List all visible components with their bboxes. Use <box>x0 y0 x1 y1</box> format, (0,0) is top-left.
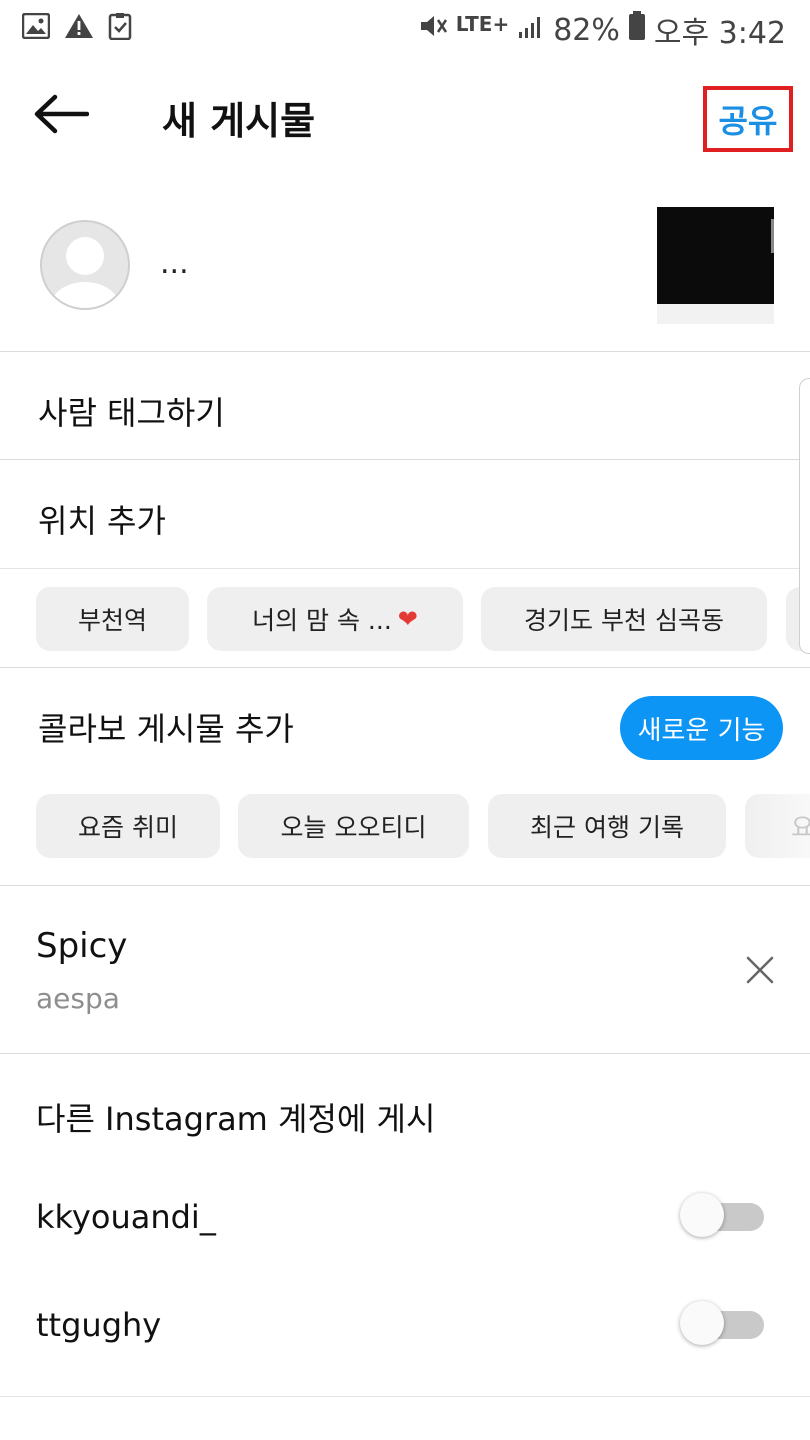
share-button[interactable]: 공유 <box>703 86 793 152</box>
network-label: LTE+ <box>455 12 510 36</box>
collab-label[interactable]: 콜라보 게시물 추가 <box>38 704 294 750</box>
topic-chip-label: 최근 여행 기록 <box>530 813 684 842</box>
page-title: 새 게시물 <box>162 99 316 143</box>
location-chip-label: 부천역 <box>77 606 147 635</box>
account-name: ttgughy <box>36 1306 162 1344</box>
tag-people-label: 사람 태그하기 <box>38 394 225 432</box>
mute-icon <box>418 12 448 48</box>
heart-icon: ❤ <box>397 605 418 633</box>
close-icon <box>742 956 778 992</box>
location-suggestions: 부천역 너의 맘 속 ... ❤ 경기도 부천 심곡동 <box>0 568 810 668</box>
avatar <box>40 220 130 310</box>
collab-section: 콜라보 게시물 추가 새로운 기능 요즘 취미 오늘 오오티디 최근 여행 기록… <box>0 668 810 886</box>
warning-icon <box>64 13 94 43</box>
music-artist: aespa <box>36 982 120 1015</box>
status-bar-left <box>21 12 132 44</box>
location-chip-label: 너의 맘 속 ... <box>252 606 392 635</box>
status-bar-right: LTE+ 82% 오후 3:42 <box>418 8 786 52</box>
account-name: kkyouandi_ <box>36 1198 216 1236</box>
divider <box>0 1396 810 1397</box>
new-feature-badge: 새로운 기능 <box>620 696 783 760</box>
location-chip[interactable]: 너의 맘 속 ... ❤ <box>207 587 463 651</box>
signal-icon <box>517 13 545 48</box>
toggle-knob <box>680 1193 724 1237</box>
arrow-left-icon <box>33 94 90 138</box>
caption-row: ... <box>0 176 810 352</box>
location-chip-label: 경기도 부천 심곡동 <box>524 606 724 635</box>
music-title: Spicy <box>36 926 128 966</box>
scrollbar[interactable] <box>799 378 810 654</box>
location-chip[interactable]: 부천역 <box>36 587 189 651</box>
clock: 오후 3:42 <box>653 16 786 51</box>
topic-chip-label: 요즘 취미 <box>78 813 178 842</box>
tag-people-row[interactable]: 사람 태그하기 <box>0 352 810 460</box>
topic-chip[interactable]: 오늘 오오티디 <box>238 794 469 858</box>
account-toggle[interactable] <box>680 1193 766 1239</box>
topic-chip[interactable]: 최근 여행 기록 <box>488 794 726 858</box>
music-row[interactable]: Spicy aespa <box>0 886 810 1054</box>
cross-post-title: 다른 Instagram 계정에 게시 <box>36 1100 436 1138</box>
add-location-row[interactable]: 위치 추가 <box>0 460 810 568</box>
toggle-knob <box>680 1301 724 1345</box>
topic-chip-label: 요 <box>791 813 810 842</box>
thumbnail-edge <box>771 219 774 253</box>
add-location-label: 위치 추가 <box>38 502 166 540</box>
app-header: 새 게시물 공유 <box>0 56 810 176</box>
battery-icon <box>628 11 646 49</box>
topic-chip-partial[interactable]: 요 <box>745 794 810 858</box>
location-chip[interactable]: 경기도 부천 심곡동 <box>481 587 767 651</box>
back-button[interactable] <box>30 88 92 144</box>
status-bar: LTE+ 82% 오후 3:42 <box>0 0 810 56</box>
gallery-icon <box>21 12 51 43</box>
topic-chip-label: 오늘 오오티디 <box>280 813 427 842</box>
post-thumbnail <box>657 207 774 324</box>
account-toggle[interactable] <box>680 1301 766 1347</box>
topic-suggestions: 요즘 취미 오늘 오오티디 최근 여행 기록 요 <box>0 776 810 866</box>
battery-percent: 82% <box>553 12 620 48</box>
topic-chip[interactable]: 요즘 취미 <box>36 794 220 858</box>
remove-music-button[interactable] <box>742 952 778 988</box>
caption-input[interactable]: ... <box>160 246 189 281</box>
clipboard-check-icon <box>108 12 132 44</box>
thumbnail-footer <box>657 304 774 324</box>
